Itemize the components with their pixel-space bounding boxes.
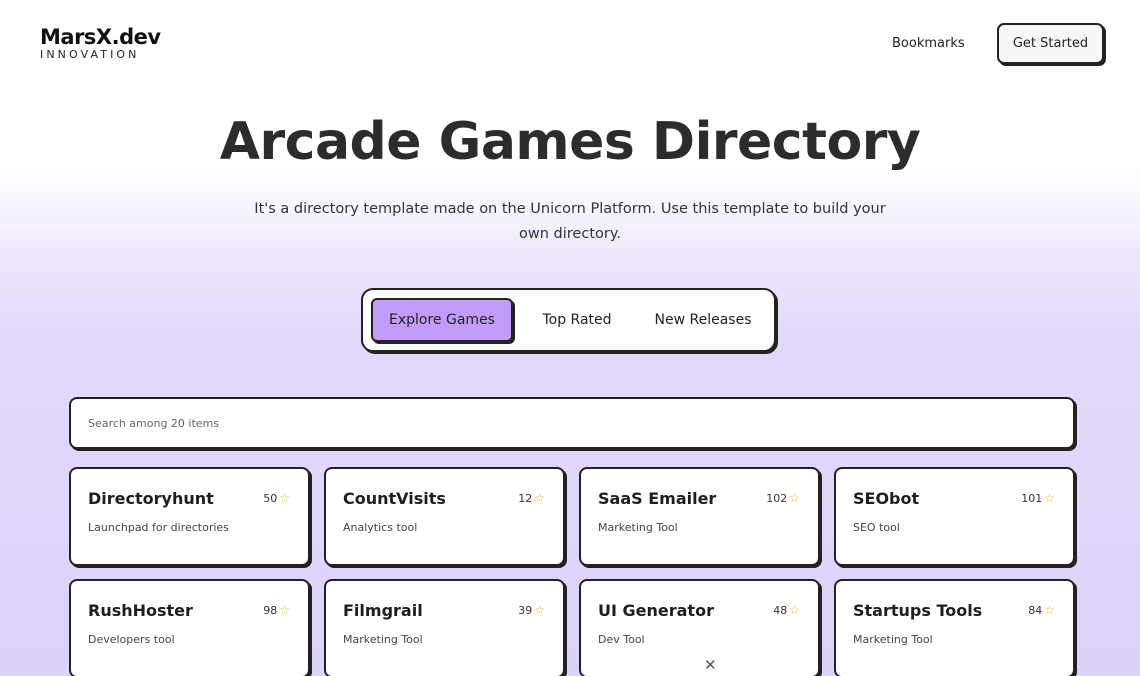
directory-card[interactable]: UI Generator Dev Tool 48 ☆ [579,579,820,676]
search-input[interactable] [71,399,1073,447]
rating-count: 102 [766,491,788,505]
card-rating: 50 ☆ [263,491,290,505]
tab-bar: Explore Games Top Rated New Releases [361,288,776,352]
card-description: Marketing Tool [853,633,933,646]
star-icon: ☆ [1044,491,1055,505]
card-description: Dev Tool [598,633,645,646]
card-title: UI Generator [598,601,714,620]
search-box [69,397,1075,449]
rating-count: 98 [263,603,278,617]
card-description: Marketing Tool [343,633,423,646]
card-title: Startups Tools [853,601,983,620]
card-description: Analytics tool [343,521,418,534]
directory-card[interactable]: Filmgrail Marketing Tool 39 ☆ [324,579,565,676]
directory-card[interactable]: Directoryhunt Launchpad for directories 50… [69,467,310,566]
directory-card[interactable]: Startups Tools Marketing Tool 84 ☆ [834,579,1075,676]
logo[interactable]: MarsX.dev INNOVATION [40,26,161,61]
card-rating: 98 ☆ [263,603,290,617]
page-subtitle: It's a directory template made on the Un… [254,201,886,242]
card-rating: 102 ☆ [766,491,800,505]
close-icon[interactable]: ✕ [704,656,717,674]
directory-card[interactable]: RushHoster Developers tool 98 ☆ [69,579,310,676]
card-description: Marketing Tool [598,521,678,534]
star-icon: ☆ [534,603,545,617]
card-title: SaaS Emailer [598,489,717,508]
directory-card[interactable]: CountVisits Analytics tool 12 ☆ [324,467,565,566]
tab-top-rated[interactable]: Top Rated [523,298,631,342]
rating-count: 12 [518,491,533,505]
page-title: Arcade Games Directory [219,112,921,172]
card-rating: 39 ☆ [518,603,545,617]
directory-card[interactable]: SEObot SEO tool 101 ☆ [834,467,1075,566]
card-title: RushHoster [88,601,193,620]
star-icon: ☆ [789,491,800,505]
directory-card[interactable]: SaaS Emailer Marketing Tool 102 ☆ [579,467,820,566]
card-description: SEO tool [853,521,900,534]
star-icon: ☆ [279,491,290,505]
card-title: CountVisits [343,489,446,508]
tab-new-releases[interactable]: New Releases [643,298,763,342]
get-started-button[interactable]: Get Started [997,23,1104,64]
rating-count: 84 [1028,603,1043,617]
star-icon: ☆ [279,603,290,617]
bookmarks-link[interactable]: Bookmarks [892,36,965,51]
star-icon: ☆ [534,491,545,505]
logo-wordmark: MarsX.dev [40,25,161,49]
rating-count: 48 [773,603,788,617]
rating-count: 39 [518,603,533,617]
card-description: Developers tool [88,633,175,646]
star-icon: ☆ [1044,603,1055,617]
rating-count: 101 [1021,491,1043,505]
card-rating: 101 ☆ [1021,491,1055,505]
card-title: SEObot [853,489,920,508]
rating-count: 50 [263,491,278,505]
card-description: Launchpad for directories [88,521,229,534]
card-title: Filmgrail [343,601,423,620]
card-rating: 84 ☆ [1028,603,1055,617]
logo-tagline: INNOVATION [40,48,140,61]
card-rating: 12 ☆ [518,491,545,505]
card-rating: 48 ☆ [773,603,800,617]
star-icon: ☆ [789,603,800,617]
card-title: Directoryhunt [88,489,214,508]
tab-explore-games[interactable]: Explore Games [371,298,513,342]
